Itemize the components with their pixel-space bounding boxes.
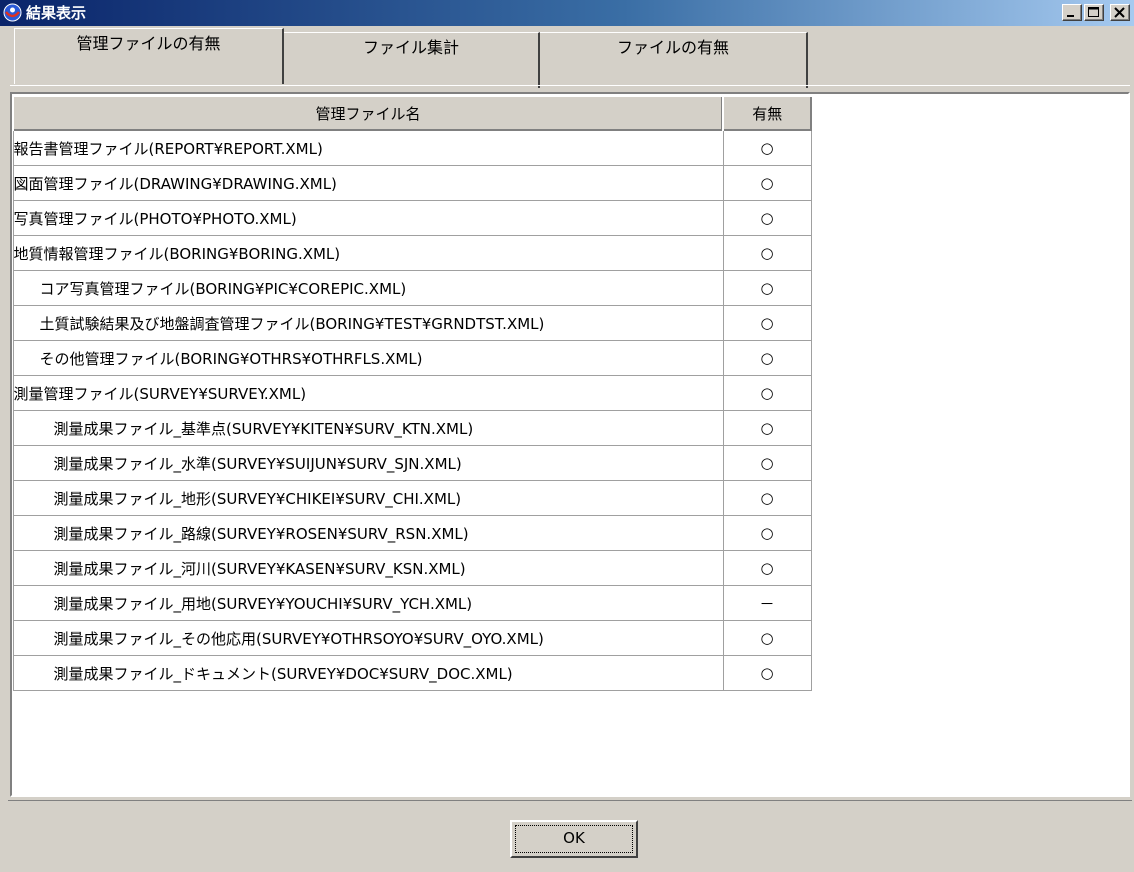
file-name-cell: 地質情報管理ファイル(BORING¥BORING.XML): [12, 235, 724, 271]
table-row[interactable]: 測量成果ファイル_その他応用(SURVEY¥OTHRSOYO¥SURV_OYO.…: [12, 620, 812, 656]
close-icon: [1114, 7, 1125, 18]
app-logo-icon: [3, 3, 22, 22]
column-header-presence[interactable]: 有無: [722, 95, 812, 131]
table-header-row: 管理ファイル名 有無: [12, 95, 812, 131]
presence-cell: ○: [722, 515, 812, 551]
file-name-cell: 写真管理ファイル(PHOTO¥PHOTO.XML): [12, 200, 724, 236]
management-file-table: 管理ファイル名 有無 報告書管理ファイル(REPORT¥REPORT.XML) ○…: [12, 95, 812, 691]
presence-cell: －: [722, 585, 812, 621]
ok-button[interactable]: OK: [510, 820, 638, 858]
divider: [8, 800, 1132, 801]
file-name-cell: 測量成果ファイル_その他応用(SURVEY¥OTHRSOYO¥SURV_OYO.…: [12, 620, 724, 656]
minimize-icon: [1067, 15, 1074, 17]
tab-file-summary[interactable]: ファイル集計: [284, 32, 540, 88]
file-name-cell: 測量成果ファイル_用地(SURVEY¥YOUCHI¥SURV_YCH.XML): [12, 585, 724, 621]
presence-cell: ○: [722, 270, 812, 306]
tab-file-presence[interactable]: ファイルの有無: [540, 32, 808, 88]
file-name-cell: 測量成果ファイル_地形(SURVEY¥CHIKEI¥SURV_CHI.XML): [12, 480, 724, 516]
table-row[interactable]: 写真管理ファイル(PHOTO¥PHOTO.XML) ○: [12, 200, 812, 236]
presence-cell: ○: [722, 410, 812, 446]
file-name-cell: 測量成果ファイル_ドキュメント(SURVEY¥DOC¥SURV_DOC.XML): [12, 655, 724, 691]
table-row[interactable]: 測量成果ファイル_水準(SURVEY¥SUIJUN¥SURV_SJN.XML) ○: [12, 445, 812, 481]
table-row[interactable]: 測量管理ファイル(SURVEY¥SURVEY.XML) ○: [12, 375, 812, 411]
table-row[interactable]: 測量成果ファイル_基準点(SURVEY¥KITEN¥SURV_KTN.XML) ○: [12, 410, 812, 446]
close-button[interactable]: [1110, 4, 1130, 21]
presence-cell: ○: [722, 445, 812, 481]
file-name-cell: 図面管理ファイル(DRAWING¥DRAWING.XML): [12, 165, 724, 201]
presence-cell: ○: [722, 305, 812, 341]
file-name-cell: 報告書管理ファイル(REPORT¥REPORT.XML): [12, 130, 724, 166]
table-row[interactable]: コア写真管理ファイル(BORING¥PIC¥COREPIC.XML) ○: [12, 270, 812, 306]
file-name-cell: 測量成果ファイル_水準(SURVEY¥SUIJUN¥SURV_SJN.XML): [12, 445, 724, 481]
table-row[interactable]: 測量成果ファイル_用地(SURVEY¥YOUCHI¥SURV_YCH.XML) －: [12, 585, 812, 621]
ok-button-label: OK: [563, 829, 585, 847]
minimize-button[interactable]: [1062, 4, 1082, 21]
title-bar[interactable]: 結果表示: [0, 0, 1134, 26]
file-name-cell: コア写真管理ファイル(BORING¥PIC¥COREPIC.XML): [12, 270, 724, 306]
file-name-cell: 測量管理ファイル(SURVEY¥SURVEY.XML): [12, 375, 724, 411]
table-row[interactable]: 地質情報管理ファイル(BORING¥BORING.XML) ○: [12, 235, 812, 271]
window-title: 結果表示: [26, 4, 87, 22]
table-row[interactable]: 測量成果ファイル_路線(SURVEY¥ROSEN¥SURV_RSN.XML) ○: [12, 515, 812, 551]
presence-cell: ○: [722, 340, 812, 376]
tab-panel-border: [10, 85, 1130, 86]
presence-cell: ○: [722, 130, 812, 166]
presence-cell: ○: [722, 550, 812, 586]
table-row[interactable]: 報告書管理ファイル(REPORT¥REPORT.XML) ○: [12, 130, 812, 166]
presence-cell: ○: [722, 480, 812, 516]
table-row[interactable]: その他管理ファイル(BORING¥OTHRS¥OTHRFLS.XML) ○: [12, 340, 812, 376]
presence-cell: ○: [722, 235, 812, 271]
tab-management-files[interactable]: 管理ファイルの有無: [14, 28, 284, 84]
file-name-cell: 測量成果ファイル_基準点(SURVEY¥KITEN¥SURV_KTN.XML): [12, 410, 724, 446]
table-row[interactable]: 土質試験結果及び地盤調査管理ファイル(BORING¥TEST¥GRNDTST.X…: [12, 305, 812, 341]
maximize-icon: [1088, 7, 1099, 17]
column-header-file-name[interactable]: 管理ファイル名: [12, 95, 724, 131]
presence-cell: ○: [722, 620, 812, 656]
presence-cell: ○: [722, 655, 812, 691]
file-name-cell: 測量成果ファイル_河川(SURVEY¥KASEN¥SURV_KSN.XML): [12, 550, 724, 586]
maximize-button[interactable]: [1084, 4, 1104, 21]
presence-cell: ○: [722, 375, 812, 411]
table-row[interactable]: 測量成果ファイル_ドキュメント(SURVEY¥DOC¥SURV_DOC.XML)…: [12, 655, 812, 691]
table-row[interactable]: 測量成果ファイル_地形(SURVEY¥CHIKEI¥SURV_CHI.XML) ○: [12, 480, 812, 516]
result-window: 結果表示 管理ファイルの有無 ファイル集計 ファイルの有無 管理ファイル名 有無…: [0, 0, 1134, 872]
presence-cell: ○: [722, 200, 812, 236]
presence-cell: ○: [722, 165, 812, 201]
file-name-cell: 測量成果ファイル_路線(SURVEY¥ROSEN¥SURV_RSN.XML): [12, 515, 724, 551]
file-name-cell: その他管理ファイル(BORING¥OTHRS¥OTHRFLS.XML): [12, 340, 724, 376]
file-name-cell: 土質試験結果及び地盤調査管理ファイル(BORING¥TEST¥GRNDTST.X…: [12, 305, 724, 341]
table-row[interactable]: 測量成果ファイル_河川(SURVEY¥KASEN¥SURV_KSN.XML) ○: [12, 550, 812, 586]
table-row[interactable]: 図面管理ファイル(DRAWING¥DRAWING.XML) ○: [12, 165, 812, 201]
